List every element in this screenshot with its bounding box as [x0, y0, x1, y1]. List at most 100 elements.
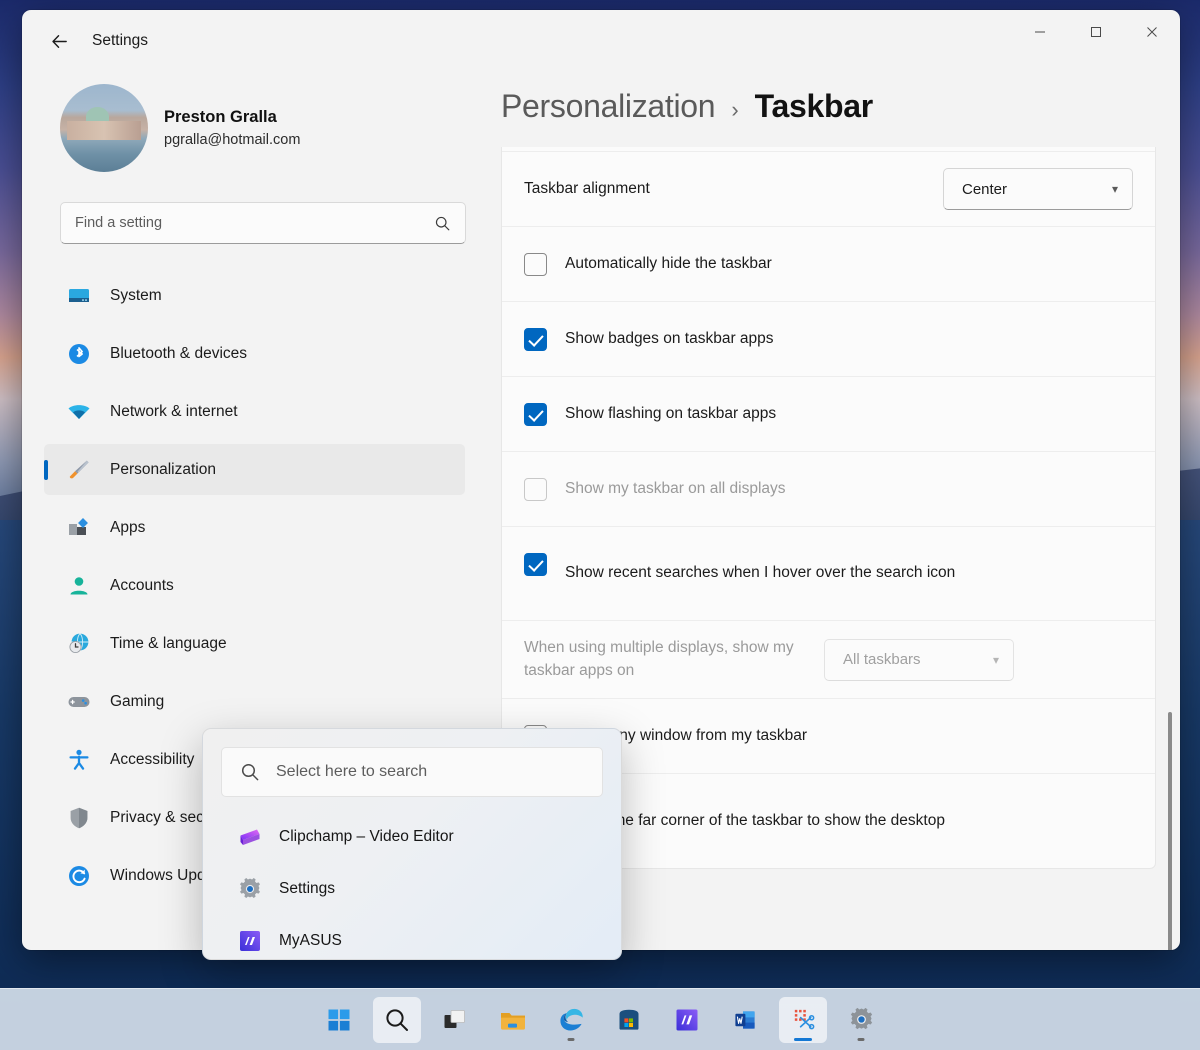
clipchamp-icon [237, 824, 263, 850]
close-icon [1146, 26, 1158, 38]
minimize-icon [1034, 26, 1046, 38]
settings-row-show-flashing[interactable]: Show flashing on taskbar apps [502, 377, 1155, 452]
show-flashing-checkbox[interactable] [524, 403, 547, 426]
running-indicator [858, 1038, 865, 1041]
settings-row-recent-searches[interactable]: Show recent searches when I hover over t… [502, 527, 1155, 621]
search-icon [240, 762, 260, 782]
close-button[interactable] [1124, 10, 1180, 54]
windows-taskbar [0, 988, 1200, 1050]
back-arrow-icon [50, 32, 69, 51]
show-badges-checkbox[interactable] [524, 328, 547, 351]
flyout-search-box[interactable]: Select here to search [221, 747, 603, 797]
breadcrumb: Personalization › Taskbar [487, 72, 1180, 125]
row-label: Show my taskbar on all displays [565, 478, 1133, 500]
update-icon [66, 863, 92, 889]
scrollbar-thumb[interactable] [1168, 712, 1172, 950]
file-explorer-button[interactable] [489, 997, 537, 1043]
search-flyout: Select here to search Clipchamp – Video … [202, 728, 622, 960]
store-icon [616, 1007, 642, 1033]
sidebar-item-personalization[interactable]: Personalization [44, 444, 465, 495]
settings-row-taskbar-alignment[interactable]: Taskbar alignment Center ▾ [502, 152, 1155, 227]
flyout-item-label: MyASUS [279, 932, 342, 950]
row-label: Share any window from my taskbar [565, 725, 1133, 747]
edge-icon [558, 1006, 585, 1033]
row-label: Automatically hide the taskbar [565, 253, 1133, 275]
window-controls [1012, 10, 1180, 54]
search-button[interactable] [373, 997, 421, 1043]
avatar [60, 84, 148, 172]
flyout-item-label: Settings [279, 880, 335, 898]
settings-row-taskbar-all-displays: Show my taskbar on all displays [502, 452, 1155, 527]
windows-logo-icon [326, 1007, 352, 1033]
taskbar-alignment-dropdown[interactable]: Center ▾ [943, 168, 1133, 210]
sidebar-item-system[interactable]: System [44, 270, 465, 321]
gear-icon [237, 876, 263, 902]
search-input[interactable] [75, 215, 434, 231]
task-view-button[interactable] [431, 997, 479, 1043]
minimize-button[interactable] [1012, 10, 1068, 54]
task-view-icon [442, 1007, 468, 1033]
multiple-displays-dropdown: All taskbars ▾ [824, 639, 1014, 681]
sidebar-item-gaming[interactable]: Gaming [44, 676, 465, 727]
settings-row-show-badges[interactable]: Show badges on taskbar apps [502, 302, 1155, 377]
sidebar-item-bluetooth-devices[interactable]: Bluetooth & devices [44, 328, 465, 379]
flyout-item-settings[interactable]: Settings [221, 863, 603, 915]
search-icon [383, 1006, 411, 1034]
sidebar-item-apps[interactable]: Apps [44, 502, 465, 553]
clock-globe-icon [66, 631, 92, 657]
maximize-button[interactable] [1068, 10, 1124, 54]
row-label: Show badges on taskbar apps [565, 328, 1133, 350]
bluetooth-icon [66, 341, 92, 367]
dropdown-value: All taskbars [843, 651, 921, 668]
paintbrush-icon [66, 457, 92, 483]
maximize-icon [1090, 26, 1102, 38]
flyout-item-label: Clipchamp – Video Editor [279, 828, 454, 846]
sidebar-item-label: System [110, 287, 162, 305]
row-label: Show flashing on taskbar apps [565, 403, 1133, 425]
sidebar-item-time-language[interactable]: Time & language [44, 618, 465, 669]
settings-row-multiple-displays: When using multiple displays, show my ta… [502, 621, 1155, 699]
sidebar-search[interactable] [60, 202, 466, 244]
title-bar: Settings [22, 10, 1180, 72]
gear-icon [848, 1006, 875, 1033]
sidebar-item-label: Accounts [110, 577, 174, 595]
system-icon [66, 283, 92, 309]
breadcrumb-parent[interactable]: Personalization [501, 88, 715, 125]
search-icon [434, 215, 451, 232]
flyout-item-myasus[interactable]: MyASUS [221, 915, 603, 967]
back-button[interactable] [42, 24, 76, 58]
settings-row-auto-hide[interactable]: Automatically hide the taskbar [502, 227, 1155, 302]
content-scrollbar[interactable] [1164, 712, 1176, 950]
profile-name: Preston Gralla [164, 105, 300, 130]
chevron-down-icon: ▾ [993, 653, 999, 667]
sidebar-item-label: Personalization [110, 461, 216, 479]
edge-button[interactable] [547, 997, 595, 1043]
profile-email: pgralla@hotmail.com [164, 130, 300, 150]
sidebar-item-label: Gaming [110, 693, 164, 711]
sidebar-item-network-internet[interactable]: Network & internet [44, 386, 465, 437]
auto-hide-checkbox[interactable] [524, 253, 547, 276]
user-profile[interactable]: Preston Gralla pgralla@hotmail.com [42, 72, 465, 172]
flyout-search-placeholder: Select here to search [276, 763, 427, 781]
snipping-tool-button[interactable] [779, 997, 827, 1043]
dropdown-value: Center [962, 181, 1007, 198]
myasus-button[interactable] [663, 997, 711, 1043]
account-icon [66, 573, 92, 599]
settings-button[interactable] [837, 997, 885, 1043]
start-button[interactable] [315, 997, 363, 1043]
sidebar-item-accounts[interactable]: Accounts [44, 560, 465, 611]
taskbar-all-displays-checkbox [524, 478, 547, 501]
wifi-icon [66, 399, 92, 425]
myasus-icon [674, 1007, 700, 1033]
myasus-icon [237, 928, 263, 954]
sidebar-item-label: Bluetooth & devices [110, 345, 247, 363]
breadcrumb-separator: › [731, 97, 738, 123]
microsoft-store-button[interactable] [605, 997, 653, 1043]
flyout-app-list: Clipchamp – Video Editor Settings [221, 811, 603, 967]
word-button[interactable] [721, 997, 769, 1043]
flyout-item-clipchamp[interactable]: Clipchamp – Video Editor [221, 811, 603, 863]
row-label: Show recent searches when I hover over t… [565, 562, 1035, 584]
word-icon [732, 1007, 758, 1033]
recent-searches-checkbox[interactable] [524, 553, 547, 576]
active-indicator [794, 1038, 812, 1041]
